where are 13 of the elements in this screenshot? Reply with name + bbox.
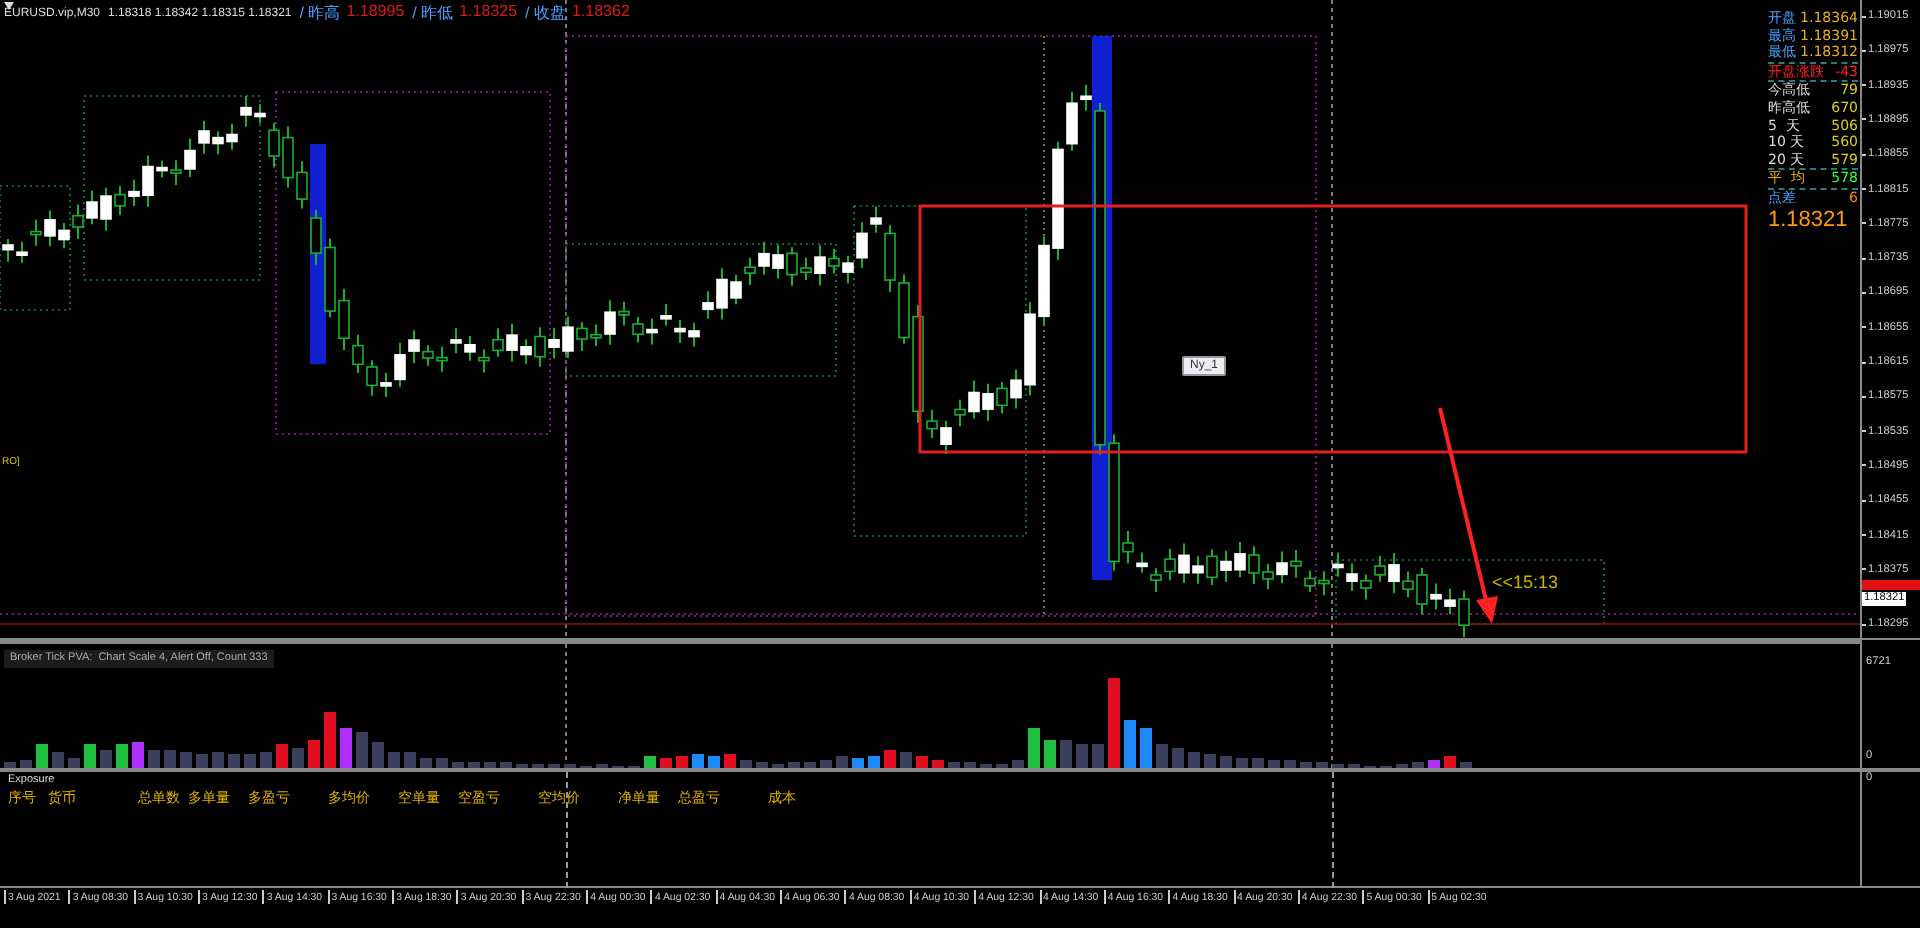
current-price: 1.18321 — [1768, 207, 1850, 234]
stat-label: / 收盘 — [525, 2, 566, 24]
stat-value: 1.18995 — [346, 2, 405, 24]
countdown-text: <<15:13 — [1492, 572, 1559, 592]
dropdown-icon — [4, 2, 14, 10]
stat-value: 1.18362 — [571, 2, 630, 24]
separator-line — [1332, 772, 1334, 888]
separator-line — [566, 772, 568, 888]
stat-label: / 昨高 — [299, 2, 341, 24]
stat-label: / 昨低 — [412, 2, 454, 24]
price-marker — [1862, 580, 1920, 590]
stat-value: 1.18325 — [459, 2, 518, 24]
separator-line — [1331, 644, 1333, 768]
